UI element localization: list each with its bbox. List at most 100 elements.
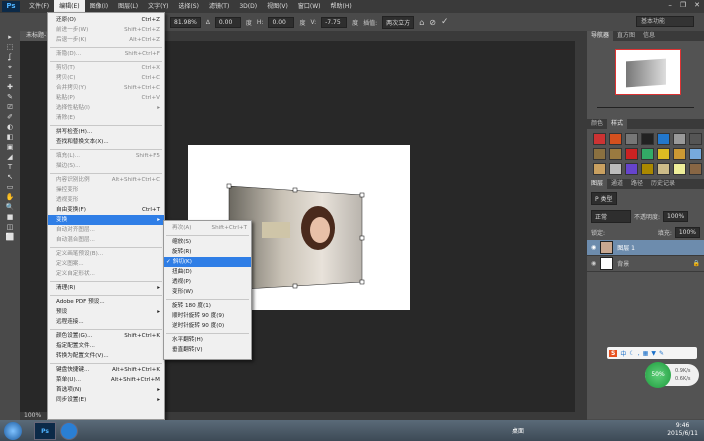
menu-item[interactable]: 水平翻转(H) [164,335,251,345]
menu-item[interactable]: 粘贴(P) Ctrl+V [48,93,164,103]
menu-item[interactable]: 透视变形 [48,195,164,205]
menu-item[interactable]: 合并拷贝(Y) Shift+Ctrl+C [48,83,164,93]
menu-item[interactable]: 清理(R) ▸ [48,283,164,293]
panel-tab[interactable]: 图层 [587,179,608,189]
menu-item[interactable]: 变换 ▸ [48,215,164,225]
style-swatch[interactable] [689,163,702,175]
panel-tab[interactable]: 直方图 [613,31,639,41]
menu-item[interactable]: 缩放(S) [164,237,251,247]
menu-item[interactable]: 转换为配置文件(V)... [48,351,164,361]
layer-filter-select[interactable]: P 类型 [591,192,617,205]
style-swatch[interactable] [673,163,686,175]
style-swatch[interactable] [625,163,638,175]
panel-tab[interactable]: 历史记录 [647,179,679,189]
menu-item[interactable]: 后退一步(K) Alt+Ctrl+Z [48,35,164,45]
menu-item[interactable]: 变形(W) [164,287,251,297]
panel-dock [575,31,587,420]
style-swatch[interactable] [641,133,654,145]
menu-item[interactable]: 定义图案... [48,259,164,269]
eye-icon[interactable]: ◉ [591,260,596,267]
style-swatch[interactable] [689,133,702,145]
taskbar-browser[interactable] [60,421,78,440]
start-button[interactable] [4,421,22,440]
style-swatch[interactable] [641,148,654,160]
opacity-field[interactable]: 100% [663,211,689,222]
menu-item[interactable]: 剪切(T) Ctrl+X [48,63,164,73]
panel-tab[interactable]: 样式 [607,119,628,129]
style-swatch[interactable] [657,163,670,175]
style-swatch[interactable] [593,163,606,175]
style-swatch[interactable] [641,163,654,175]
style-swatch[interactable] [673,148,686,160]
menu-item[interactable]: 顺时针旋转 90 度(9) [164,311,251,321]
menu-item[interactable]: 还原(O) Ctrl+Z [48,15,164,25]
menu-item[interactable]: 自动对齐图层... [48,225,164,235]
menu-item[interactable]: 透视(P) [164,277,251,287]
zoom-level[interactable]: 100% [24,412,41,419]
menu-item[interactable]: 扭曲(D) [164,267,251,277]
panel-tab[interactable]: 通道 [607,179,627,189]
menu-item[interactable]: 操控变形 [48,185,164,195]
menu-separator [50,148,162,150]
menu-item[interactable]: 清除(E) [48,113,164,123]
menu-item[interactable]: 定义画笔预设(B)... [48,249,164,259]
menu-item[interactable]: 拷贝(C) Ctrl+C [48,73,164,83]
menu-item[interactable]: 指定配置文件... [48,341,164,351]
style-swatch[interactable] [593,148,606,160]
clock[interactable]: 9:46 2015/6/11 [667,422,698,438]
menu-item[interactable]: 渐隐(D)... Shift+Ctrl+F [48,49,164,59]
menu-item[interactable]: ✓ 斜切(K) [164,257,251,267]
menu-item[interactable]: 选择性粘贴(I) ▸ [48,103,164,113]
menu-item[interactable]: 垂直翻转(V) [164,345,251,355]
menu-item[interactable]: 拼写检查(H)... [48,127,164,137]
style-swatch[interactable] [609,163,622,175]
panel-tab[interactable]: 颜色 [587,119,607,129]
menu-item[interactable]: 旋转(R) [164,247,251,257]
menu-item[interactable]: 查找和替换文本(X)... [48,137,164,147]
style-swatch[interactable] [673,133,686,145]
style-swatch[interactable] [609,133,622,145]
menu-item[interactable]: 前进一步(W) Shift+Ctrl+Z [48,25,164,35]
menu-item[interactable]: 首选项(N) ▸ [48,385,164,395]
menu-item[interactable]: 自动混合图层... [48,235,164,245]
menu-item[interactable]: 再次(A) Shift+Ctrl+T [164,223,251,233]
menu-item[interactable]: 旋转 180 度(1) [164,301,251,311]
desktop-toolbar[interactable]: 桌面 [512,426,524,435]
style-swatch[interactable] [593,133,606,145]
menu-item[interactable]: 颜色设置(G)... Shift+Ctrl+K [48,331,164,341]
menu-item[interactable]: 自由变换(F) Ctrl+T [48,205,164,215]
menu-item[interactable]: Adobe PDF 预设... [48,297,164,307]
menu-item[interactable]: 同步设置(E) ▸ [48,395,164,405]
layer-row[interactable]: ◉ 背景 🔒 [587,256,704,272]
navigator-thumbnail[interactable] [615,49,681,95]
style-swatch[interactable] [689,148,702,160]
memory-ball[interactable]: 50% [645,362,671,388]
style-swatch[interactable] [657,133,670,145]
menu-item[interactable]: 逆时针旋转 90 度(0) [164,321,251,331]
style-swatch[interactable] [609,148,622,160]
menu-item[interactable]: 描边(S)... [48,161,164,171]
blend-mode-select[interactable]: 正常 [591,210,631,223]
menu-item[interactable]: 菜单(U)... Alt+Shift+Ctrl+M [48,375,164,385]
style-swatch[interactable] [625,133,638,145]
style-swatch[interactable] [657,148,670,160]
zoom-slider[interactable] [597,107,694,108]
menu-item[interactable]: 填充(L)... Shift+F5 [48,151,164,161]
taskbar-photoshop[interactable]: Ps [34,421,56,440]
ime-toolbar[interactable]: S 中 ☾, ▦ ▼ ✎ [607,347,697,359]
panel-tab[interactable]: 信息 [639,31,659,41]
layer-row[interactable]: ◉ 图层 1 [587,240,704,256]
menu-item[interactable]: 键盘快捷键... Alt+Shift+Ctrl+K [48,365,164,375]
style-swatch[interactable] [625,148,638,160]
menu-item[interactable]: 定义自定形状... [48,269,164,279]
eye-icon[interactable]: ◉ [591,244,596,251]
menu-item[interactable]: 内容识别比例 Alt+Shift+Ctrl+C [48,175,164,185]
panel-tab[interactable]: 导航器 [587,31,614,41]
panel-tab[interactable]: 路径 [627,179,647,189]
network-speed-widget[interactable]: 50% 0.9K/s 0.6K/s [645,362,699,388]
menu-item-shortcut: Shift+Ctrl+C [124,85,160,91]
fill-field[interactable]: 100% [674,227,700,238]
menu-item[interactable]: 预设 ▸ [48,307,164,317]
ime-mode[interactable]: 中 [620,349,626,358]
menu-item[interactable]: 远程连接... [48,317,164,327]
